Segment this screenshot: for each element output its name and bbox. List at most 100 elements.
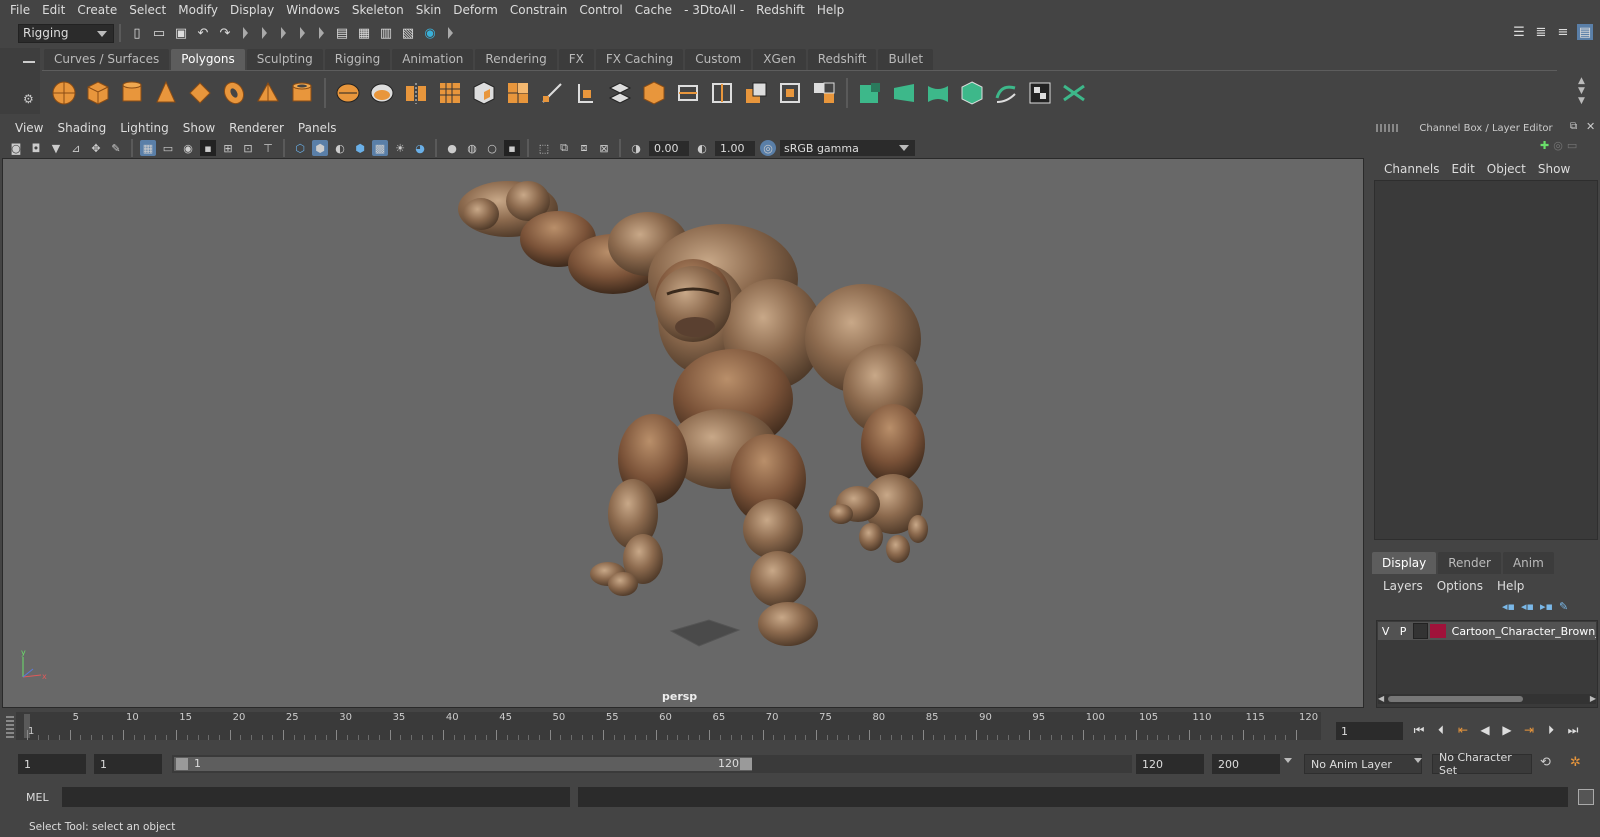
xray-active-icon[interactable]: ⊠ (596, 140, 612, 156)
save-scene-icon[interactable]: ▣ (173, 25, 189, 41)
poly-cylinder-icon[interactable] (118, 79, 146, 107)
motion-blur-icon[interactable]: ◍ (464, 140, 480, 156)
attribute-icon[interactable]: ◎ (1553, 139, 1563, 152)
scroll-left-icon[interactable]: ◀ (1378, 694, 1384, 703)
layer-scrollbar[interactable]: ◀ ▶ (1378, 694, 1596, 704)
textured-icon[interactable]: ▩ (372, 140, 388, 156)
hypershade-icon[interactable]: ◉ (422, 25, 438, 41)
render-frame-icon[interactable]: ▦ (356, 25, 372, 41)
film-gate-icon[interactable]: ▭ (160, 140, 176, 156)
cylindrical-uv-icon[interactable] (924, 79, 952, 107)
current-frame-field[interactable]: 1 (1336, 722, 1403, 740)
planar-uv-icon[interactable] (890, 79, 918, 107)
poly-cube-icon[interactable] (84, 79, 112, 107)
play-forwards-icon[interactable]: ▶ (1496, 720, 1518, 740)
isolate-select-icon[interactable]: ⬚ (536, 140, 552, 156)
fill-hole-icon[interactable] (640, 79, 668, 107)
layer-color-swatch[interactable] (1430, 624, 1446, 638)
layer-tab-1[interactable]: Render (1438, 552, 1501, 574)
poly-plane-icon[interactable] (186, 79, 214, 107)
poly-cone-icon[interactable] (152, 79, 180, 107)
collapse-arrow-icon[interactable] (300, 27, 305, 39)
safe-action-icon[interactable]: ⊡ (240, 140, 256, 156)
scrollbar-thumb[interactable] (1388, 696, 1523, 702)
mode-selector[interactable]: Rigging (18, 23, 114, 43)
shelf-tab-8[interactable]: Custom (685, 49, 752, 70)
range-start-handle[interactable] (176, 758, 188, 770)
menu-item-0[interactable]: File (4, 3, 36, 17)
gear-icon[interactable]: ⚙ (23, 92, 34, 106)
scroll-right-icon[interactable]: ▶ (1590, 694, 1596, 703)
character-set-dropdown[interactable]: No Character Set (1432, 751, 1532, 777)
menu-item-9[interactable]: Deform (447, 3, 504, 17)
display-type-toggle[interactable] (1412, 623, 1429, 639)
undo-icon[interactable]: ↶ (195, 25, 211, 41)
shelf-tab-5[interactable]: Rendering (475, 49, 557, 70)
command-language-label[interactable]: MEL (0, 791, 60, 804)
chevron-down-icon[interactable] (1284, 758, 1292, 763)
shelf-tab-7[interactable]: FX Caching (595, 49, 684, 70)
go-to-end-icon[interactable]: ⏭ (1562, 720, 1584, 740)
mirror-icon[interactable] (402, 79, 430, 107)
ipr-render-icon[interactable]: ▥ (378, 25, 394, 41)
chevron-down-icon[interactable] (1414, 758, 1422, 763)
layer-menu-item-1[interactable]: Options (1430, 579, 1490, 593)
gamma-field[interactable]: 1.00 (715, 140, 755, 156)
range-slider[interactable]: 1 120 (172, 755, 1132, 773)
render-settings-icon[interactable]: ▧ (400, 25, 416, 41)
poly-sphere-icon[interactable] (50, 79, 78, 107)
viewport-menu-item-5[interactable]: Panels (291, 121, 344, 135)
bridge-icon[interactable] (606, 79, 634, 107)
layer-menu-item-0[interactable]: Layers (1376, 579, 1430, 593)
menu-item-6[interactable]: Windows (280, 3, 346, 17)
tool-settings-icon[interactable]: ≡ (1555, 24, 1571, 40)
insert-edge-icon[interactable] (708, 79, 736, 107)
menu-item-12[interactable]: Cache (629, 3, 678, 17)
xray-joints-icon[interactable]: ⧈ (576, 140, 592, 156)
field-chart-icon[interactable]: ⊞ (220, 140, 236, 156)
exposure-icon[interactable]: ◑ (628, 140, 644, 156)
timeline-grip-icon[interactable] (6, 714, 14, 738)
poly-torus-icon[interactable] (220, 79, 248, 107)
new-layer-selected-icon[interactable]: ✎ (1559, 600, 1568, 613)
menu-item-5[interactable]: Display (224, 3, 280, 17)
image-plane-icon[interactable]: ⊿ (68, 140, 84, 156)
auto-key-icon[interactable]: ⟲ (1540, 755, 1551, 770)
playback-end-field[interactable]: 120 (1136, 754, 1204, 774)
animation-end-field[interactable]: 200 (1212, 754, 1280, 774)
channel-menu-item-1[interactable]: Edit (1446, 162, 1481, 176)
menu-item-1[interactable]: Edit (36, 3, 71, 17)
viewport-menu-item-1[interactable]: Shading (50, 121, 113, 135)
menu-item-8[interactable]: Skin (410, 3, 448, 17)
checker-icon[interactable] (1026, 79, 1054, 107)
playback-start-field[interactable]: 1 (94, 754, 162, 774)
range-slider-bar[interactable] (174, 757, 752, 771)
target-weld-icon[interactable] (572, 79, 600, 107)
open-scene-icon[interactable]: ▭ (151, 25, 167, 41)
color-management-icon[interactable]: ◎ (760, 140, 776, 156)
move-layer-down-icon[interactable]: ◂▪ (1521, 600, 1534, 613)
menu-item-7[interactable]: Skeleton (346, 3, 410, 17)
shadows-icon[interactable]: ◕ (412, 140, 428, 156)
new-layer-icon[interactable]: ▸▪ (1540, 600, 1553, 613)
collapse-arrow-icon[interactable] (262, 27, 267, 39)
collapse-arrow-icon[interactable] (243, 27, 248, 39)
shelf-menu-icon[interactable] (23, 61, 35, 63)
channel-box-icon[interactable]: ▤ (1577, 24, 1593, 40)
menu-item-13[interactable]: - 3DtoAll - (678, 3, 750, 17)
bevel-icon[interactable] (504, 79, 532, 107)
automatic-uv-icon[interactable] (958, 79, 986, 107)
time-slider[interactable]: 1 5 10 15 20 25 30 35 40 45 50 55 60 65 70 75 80 85 90 95 10… (16, 712, 1321, 740)
go-to-start-icon[interactable]: ⏮ (1408, 720, 1430, 740)
smooth-shade-icon[interactable]: ⬢ (312, 140, 328, 156)
playback-toggle[interactable]: P (1395, 623, 1410, 639)
shelf-scroll-icon[interactable]: ▲ ▼ ▼ (1578, 76, 1585, 106)
viewport-menu-item-4[interactable]: Renderer (222, 121, 291, 135)
layer-icon[interactable]: ▭ (1567, 139, 1577, 152)
menu-item-3[interactable]: Select (123, 3, 172, 17)
new-scene-icon[interactable]: ▯ (129, 25, 145, 41)
smooth-icon[interactable] (436, 79, 464, 107)
poly-pyramid-icon[interactable] (254, 79, 282, 107)
anim-layer-dropdown[interactable]: No Anim Layer (1304, 754, 1422, 774)
render-view-icon[interactable]: ▤ (334, 25, 350, 41)
